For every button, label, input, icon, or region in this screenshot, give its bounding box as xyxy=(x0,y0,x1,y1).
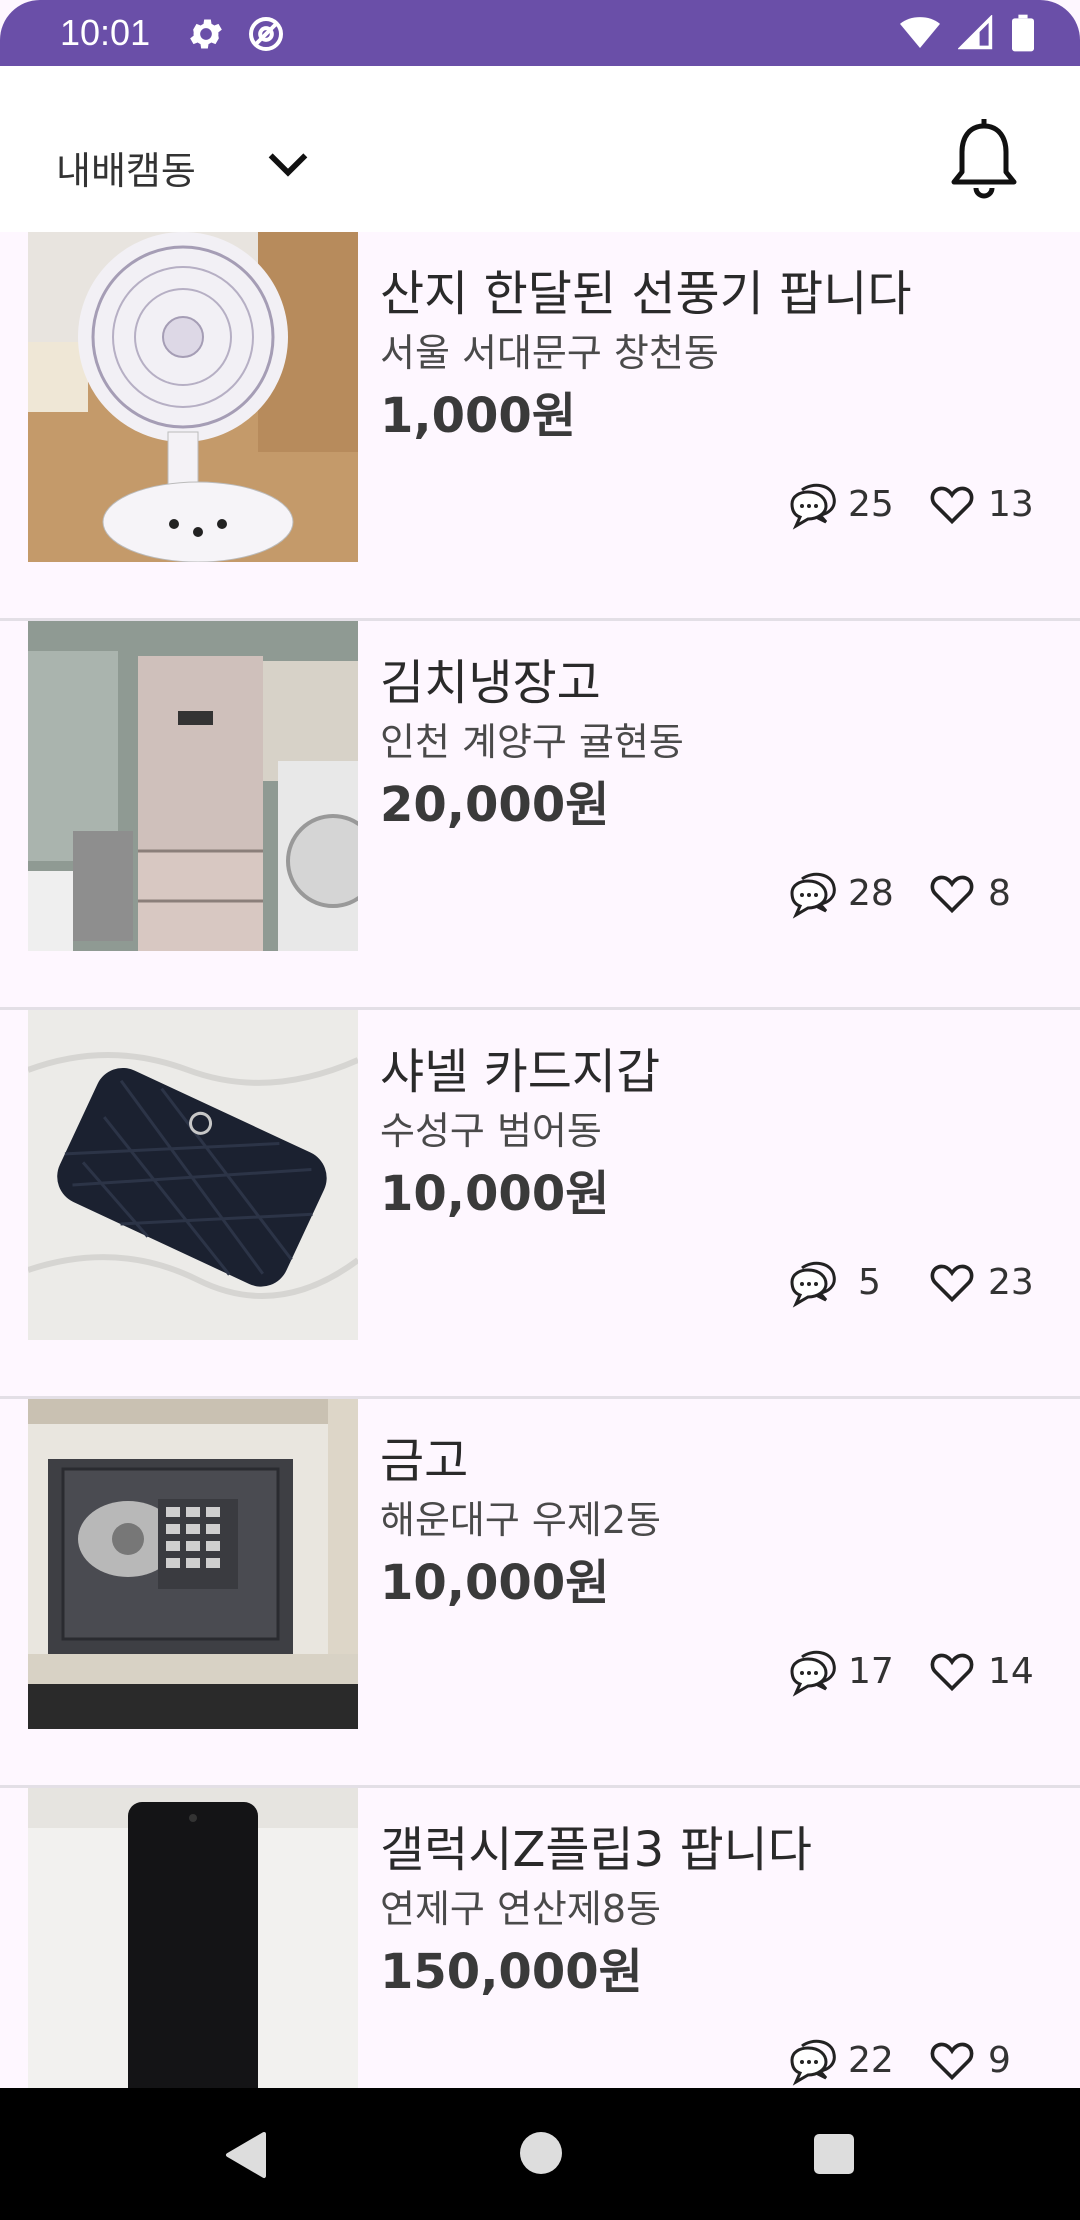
chat-icon xyxy=(790,483,836,530)
heart-icon[interactable] xyxy=(930,484,974,526)
item-stats: 22 9 xyxy=(788,2038,1048,2088)
chat-count: 28 xyxy=(848,873,894,914)
recents-square-icon[interactable] xyxy=(814,2134,854,2174)
item-title: 갤럭시Z플립3 팝니다 xyxy=(380,1822,812,1878)
notification-button[interactable] xyxy=(942,116,1026,206)
product-list: 산지 한달된 선풍기 팝니다 서울 서대문구 창천동 1,000원 25 13 xyxy=(0,232,1080,2177)
chevron-down-icon[interactable] xyxy=(262,138,314,190)
navigation-bar xyxy=(0,2088,1080,2220)
gear-icon xyxy=(190,19,222,49)
list-item[interactable]: 김치냉장고 인천 계양구 귤현동 20,000원 28 8 xyxy=(0,621,1080,1010)
item-location: 서울 서대문구 창천동 xyxy=(380,331,719,375)
heart-icon[interactable] xyxy=(930,873,974,915)
item-stats: 5 23 xyxy=(788,1260,1048,1310)
battery-icon xyxy=(1012,14,1034,52)
heart-icon[interactable] xyxy=(930,2040,974,2082)
item-title: 산지 한달된 선풍기 팝니다 xyxy=(380,266,912,322)
status-bar: 10:01 xyxy=(0,0,1080,66)
item-stats: 25 13 xyxy=(788,482,1048,532)
like-count: 23 xyxy=(988,1262,1034,1303)
home-circle-icon[interactable] xyxy=(520,2132,562,2174)
chat-icon xyxy=(790,1650,836,1697)
chat-count: 5 xyxy=(858,1262,881,1303)
like-count: 13 xyxy=(988,484,1034,525)
heart-icon[interactable] xyxy=(930,1262,974,1304)
list-item[interactable]: 샤넬 카드지갑 수성구 범어동 10,000원 5 23 xyxy=(0,1010,1080,1399)
chat-icon xyxy=(790,872,836,919)
back-triangle-icon[interactable] xyxy=(222,2130,268,2180)
item-stats: 17 14 xyxy=(788,1649,1048,1699)
item-location: 해운대구 우제2동 xyxy=(380,1498,661,1542)
item-stats: 28 8 xyxy=(788,871,1048,921)
item-title: 금고 xyxy=(380,1433,469,1489)
chat-icon xyxy=(790,2039,836,2086)
item-title: 샤넬 카드지갑 xyxy=(380,1044,661,1100)
item-price: 20,000원 xyxy=(380,777,610,833)
status-time: 10:01 xyxy=(60,12,151,53)
like-count: 8 xyxy=(988,873,1011,914)
signal-icon xyxy=(958,15,993,50)
location-label[interactable]: 내배캠동 xyxy=(56,140,196,195)
status-right-icons xyxy=(900,14,1034,52)
item-location: 수성구 범어동 xyxy=(380,1109,602,1153)
like-count: 14 xyxy=(988,1651,1034,1692)
wifi-icon xyxy=(900,17,940,48)
item-price: 10,000원 xyxy=(380,1555,610,1611)
product-image xyxy=(28,1788,358,2118)
bell-icon xyxy=(951,119,1017,199)
item-price: 1,000원 xyxy=(380,388,576,444)
item-price: 10,000원 xyxy=(380,1166,610,1222)
product-image xyxy=(28,621,358,951)
list-item[interactable]: 산지 한달된 선풍기 팝니다 서울 서대문구 창천동 1,000원 25 13 xyxy=(0,232,1080,621)
item-location: 인천 계양구 귤현동 xyxy=(380,720,684,764)
chat-count: 22 xyxy=(848,2040,894,2081)
app-header: 내배캠동 xyxy=(0,66,1080,232)
chat-count: 17 xyxy=(848,1651,894,1692)
item-title: 김치냉장고 xyxy=(380,655,601,711)
chat-count: 25 xyxy=(848,484,894,525)
chat-icon xyxy=(790,1261,836,1308)
product-image xyxy=(28,1010,358,1340)
heart-icon[interactable] xyxy=(930,1651,974,1693)
product-image xyxy=(28,1399,358,1729)
at-sign-icon xyxy=(249,17,283,51)
item-location: 연제구 연산제8동 xyxy=(380,1887,661,1931)
item-price: 150,000원 xyxy=(380,1944,643,2000)
list-item[interactable]: 금고 해운대구 우제2동 10,000원 17 14 xyxy=(0,1399,1080,1788)
like-count: 9 xyxy=(988,2040,1011,2081)
product-image xyxy=(28,232,358,562)
